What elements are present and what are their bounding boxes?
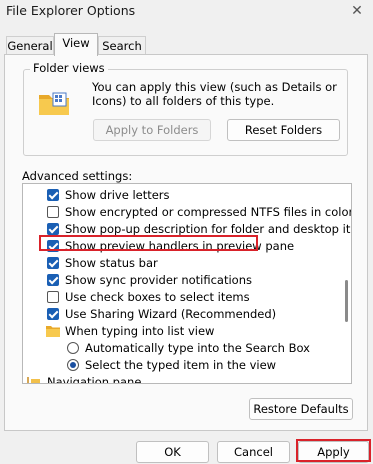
highlight-box [39, 235, 258, 251]
list-item[interactable]: Use Sharing Wizard (Recommended) [23, 306, 337, 323]
list-item[interactable]: When typing into list view [23, 323, 337, 340]
navigation-pane-icon [27, 377, 40, 383]
list-item[interactable]: Show status bar [23, 255, 337, 272]
checkbox[interactable] [47, 291, 59, 303]
checkbox[interactable] [47, 189, 59, 201]
list-item-label: Show encrypted or compressed NTFS files … [65, 205, 352, 219]
list-item-label: Show pop-up description for folder and d… [65, 222, 352, 236]
list-item-label: Select the typed item in the view [85, 358, 277, 372]
advanced-settings-label: Advanced settings: [22, 169, 133, 183]
apply-to-folders-button[interactable]: Apply to Folders [93, 119, 211, 141]
advanced-settings-list[interactable]: Show drive letters Show encrypted or com… [22, 183, 352, 384]
checkbox[interactable] [47, 206, 59, 218]
tab-general[interactable]: General [6, 36, 54, 55]
list-item[interactable]: Navigation pane [23, 374, 337, 384]
list-item[interactable]: Select the typed item in the view [23, 357, 337, 374]
list-item-label: Show status bar [65, 256, 158, 270]
list-item[interactable]: Use check boxes to select items [23, 289, 337, 306]
title-bar: File Explorer Options ✕ [0, 0, 373, 26]
checkbox[interactable] [47, 257, 59, 269]
list-item-label: Use check boxes to select items [65, 290, 250, 304]
folder-icon [46, 326, 60, 337]
folder-views-icon [39, 92, 69, 115]
tab-search[interactable]: Search [98, 36, 146, 55]
list-item[interactable]: Show sync provider notifications [23, 272, 337, 289]
reset-folders-button[interactable]: Reset Folders [227, 119, 340, 141]
list-item[interactable]: Show encrypted or compressed NTFS files … [23, 204, 351, 221]
list-item-label: Use Sharing Wizard (Recommended) [65, 307, 277, 321]
checkbox[interactable] [47, 308, 59, 320]
scrollbar-thumb[interactable] [345, 280, 348, 322]
folder-views-title: Folder views [30, 61, 108, 75]
apply-highlight [296, 439, 371, 462]
folder-views-description: You can apply this view (such as Details… [92, 80, 337, 108]
folder-views-group: Folder views You can apply this view (su… [23, 61, 348, 156]
radio-button[interactable] [67, 359, 79, 371]
tab-view[interactable]: View [54, 33, 98, 56]
checkbox[interactable] [47, 274, 59, 286]
list-item-label: Navigation pane [47, 375, 142, 384]
radio-button[interactable] [67, 342, 79, 354]
list-item-label: Show drive letters [65, 188, 170, 202]
close-icon[interactable]: ✕ [347, 1, 367, 21]
list-item[interactable]: Automatically type into the Search Box [23, 340, 337, 357]
list-item-label: Show sync provider notifications [65, 273, 252, 287]
list-item[interactable]: Show drive letters [23, 187, 337, 204]
ok-button[interactable]: OK [136, 441, 209, 463]
window-title: File Explorer Options [6, 3, 136, 18]
restore-defaults-button[interactable]: Restore Defaults [249, 398, 353, 420]
list-item-label: Automatically type into the Search Box [85, 341, 310, 355]
list-item-label: When typing into list view [65, 324, 215, 338]
cancel-button[interactable]: Cancel [217, 441, 290, 463]
checkbox[interactable] [47, 223, 59, 235]
